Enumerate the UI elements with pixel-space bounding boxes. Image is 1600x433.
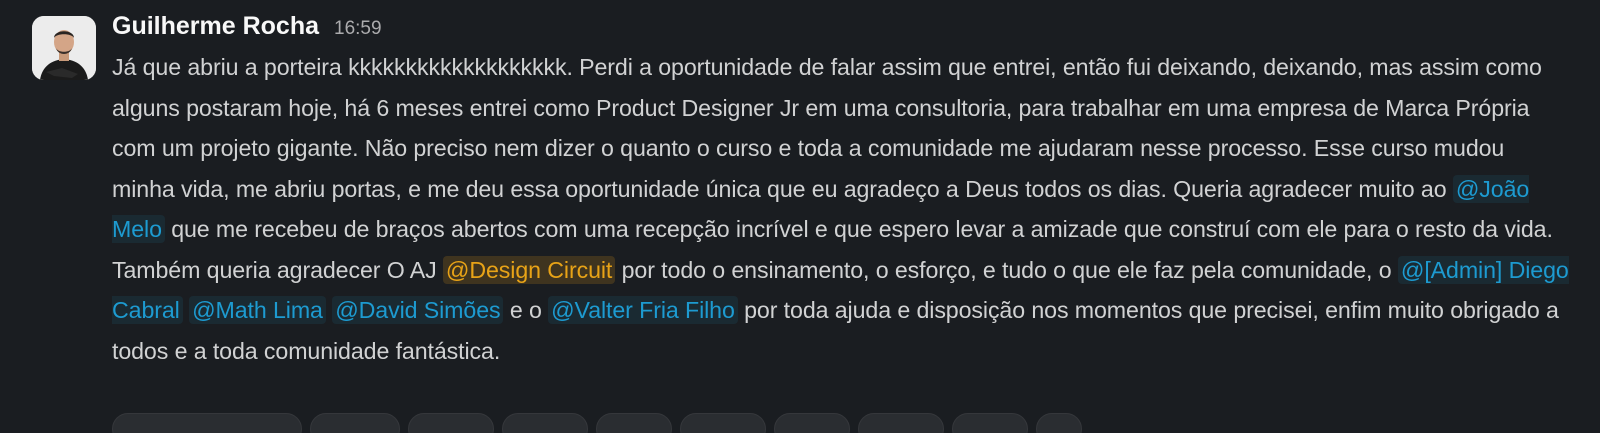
chat-message: Guilherme Rocha 16:59 Já que abriu a por… <box>0 0 1600 433</box>
message-text: e o <box>503 297 549 323</box>
user-mention[interactable]: @Valter Fria Filho <box>548 296 738 324</box>
message-body: Já que abriu a porteira kkkkkkkkkkkkkkkk… <box>112 47 1572 371</box>
add-reaction-button[interactable] <box>1036 413 1082 433</box>
message-timestamp[interactable]: 16:59 <box>334 18 382 40</box>
user-mention[interactable]: @David Simões <box>332 296 504 324</box>
group-mention[interactable]: @Design Circuit <box>442 255 616 284</box>
user-mention[interactable]: @Math Lima <box>189 296 326 324</box>
reaction-pill[interactable] <box>596 413 672 433</box>
avatar[interactable] <box>32 16 96 80</box>
message-header: Guilherme Rocha 16:59 <box>112 12 1572 46</box>
reaction-pill[interactable] <box>310 413 400 433</box>
message-text: Já que abriu a porteira kkkkkkkkkkkkkkkk… <box>112 54 1542 202</box>
reaction-pill[interactable] <box>408 413 494 433</box>
reaction-pill[interactable] <box>774 413 850 433</box>
avatar-photo <box>32 16 96 80</box>
reaction-pill[interactable] <box>112 413 302 433</box>
reaction-pill[interactable] <box>858 413 944 433</box>
reaction-pill[interactable] <box>952 413 1028 433</box>
author-name[interactable]: Guilherme Rocha <box>112 12 319 41</box>
message-content: Guilherme Rocha 16:59 Já que abriu a por… <box>112 12 1572 371</box>
reaction-bar <box>112 413 1082 433</box>
reaction-pill[interactable] <box>502 413 588 433</box>
reaction-pill[interactable] <box>680 413 766 433</box>
message-text: por todo o ensinamento, o esforço, e tud… <box>615 256 1398 283</box>
